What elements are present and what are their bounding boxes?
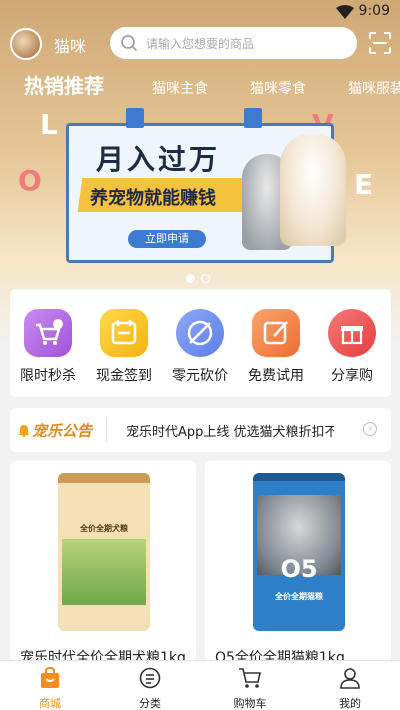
product-card[interactable]: 全价全期犬粮 宠乐时代全价全期犬粮1kg [10,461,196,661]
tab-mall[interactable]: 商城 [20,666,80,710]
scan-icon[interactable] [368,31,392,55]
cat-food-can: O5 全价全期猫粮 [253,473,345,631]
top-header: 猫咪 请输入您想要的商品 [0,26,400,62]
chevron-right-icon[interactable]: › [363,422,377,436]
search-input[interactable]: 请输入您想要的商品 [146,35,254,52]
category-tabs: 热销推荐 猫咪主食 猫咪零食 猫咪服装 [0,68,400,102]
page-dot[interactable] [201,274,210,283]
banner-subtitle: 养宠物就能赚钱 [90,188,216,209]
tab-mine[interactable]: 我的 [320,667,380,710]
tab-label: 商城 [39,697,61,710]
product-image: O5 全价全期猫粮 [205,461,391,639]
divider [106,418,107,442]
product-image: 全价全期犬粮 [10,461,196,639]
entry-free-trial[interactable]: 免费试用 [246,309,306,385]
shop-bag-icon [41,666,59,688]
dog-image [280,134,346,246]
puppy-image [62,539,146,605]
entry-label: 分享购 [331,368,373,384]
entry-label: 免费试用 [248,368,304,384]
product-name[interactable]: O5全价全期猫粮1kg [215,647,345,661]
status-time: 9:09 [358,3,390,19]
category-icon [139,667,161,689]
tab-category[interactable]: 分类 [120,667,180,710]
banner-pagination [186,268,216,287]
banner-title: 月入过万 [96,143,221,176]
tab-cart[interactable]: 购物车 [220,667,280,710]
entry-label: 现金签到 [96,368,152,384]
notice-bar[interactable]: 宠乐公告 宠乐时代App上线 优选猫犬粮折扣不断 › [10,408,391,452]
tab-cat-food[interactable]: 猫咪主食 [152,78,208,98]
tab-cat-clothes[interactable]: 猫咪服装 [348,78,400,98]
board-clip [244,108,262,128]
banner-letter: E [354,168,374,201]
cart-icon [239,668,261,688]
banner-letter: O [18,164,42,197]
wifi-icon [336,5,354,19]
banner-letter: L [40,108,58,141]
entry-label: 限时秒杀 [20,368,76,384]
discount-icon [176,309,224,357]
dog-food-can: 全价全期犬粮 [58,473,150,631]
tab-hot[interactable]: 热销推荐 [24,70,104,99]
can-label: 全价全期犬粮 [80,524,128,533]
tab-label: 分类 [139,697,161,710]
page-dot-active[interactable] [186,274,195,283]
promo-banner[interactable]: L O V E 月入过万 养宠物就能赚钱 立即申请 [12,108,388,273]
entry-share-buy[interactable]: 分享购 [322,309,382,385]
entry-checkin[interactable]: 现金签到 [94,309,154,385]
user-icon [340,668,360,689]
notice-title: 宠乐公告 [32,422,93,440]
gift-icon [328,309,376,357]
tab-cat-snacks[interactable]: 猫咪零食 [250,78,306,98]
cart-clock-icon [24,309,72,357]
search-icon [121,35,138,52]
apply-button[interactable]: 立即申请 [128,230,206,248]
product-name[interactable]: 宠乐时代全价全期犬粮1kg [20,647,186,661]
entry-label: 零元砍价 [172,368,228,384]
username[interactable]: 猫咪 [54,33,86,57]
avatar[interactable] [10,28,42,60]
status-bar: 9:09 [0,0,400,24]
tab-label: 我的 [339,697,361,710]
can-brand: O5 [280,555,318,583]
search-bar[interactable]: 请输入您想要的商品 [110,27,357,59]
board-clip [126,108,144,128]
tab-label: 购物车 [233,697,267,710]
pencil-note-icon [252,309,300,357]
product-card[interactable]: O5 全价全期猫粮 O5全价全期猫粮1kg [205,461,391,661]
bottom-tab-bar: 商城 分类 购物车 我的 [0,660,400,710]
can-label: 全价全期猫粮 [275,592,323,601]
entry-flash-sale[interactable]: 限时秒杀 [18,309,78,385]
calendar-icon [100,309,148,357]
quick-entry-card: 限时秒杀 现金签到 零元砍价 免费试用 分享购 [10,289,391,397]
entry-bargain[interactable]: 零元砍价 [170,309,230,385]
bell-icon [18,425,30,437]
notice-text[interactable]: 宠乐时代App上线 优选猫犬粮折扣不断 [126,421,334,440]
